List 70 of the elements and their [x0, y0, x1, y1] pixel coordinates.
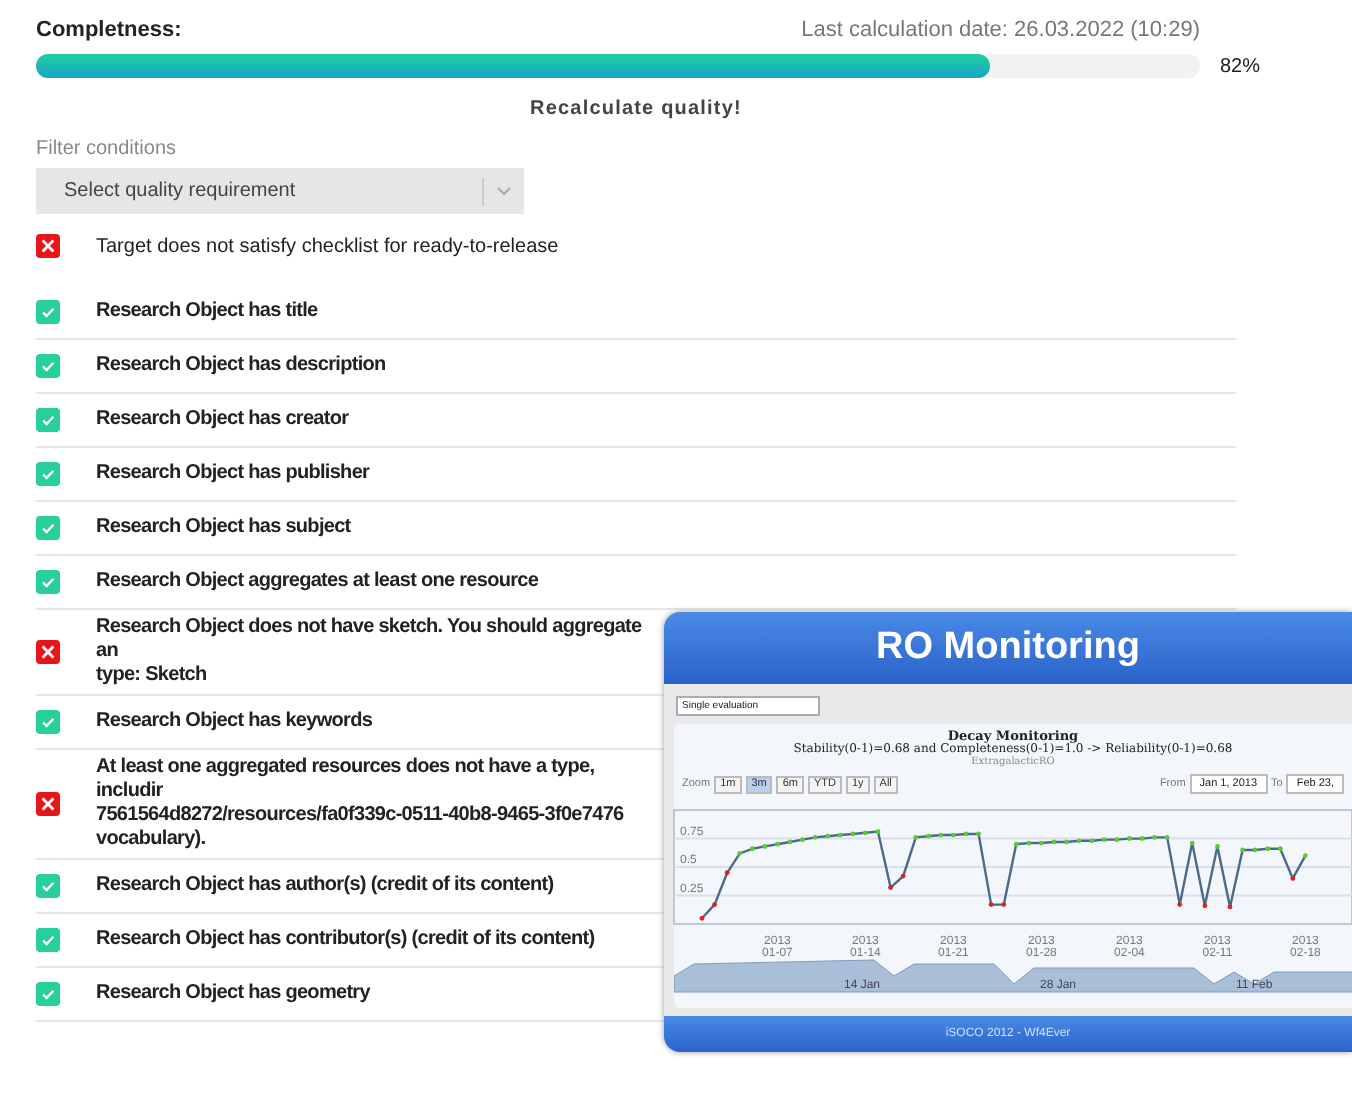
check-text: Research Object has subject	[96, 516, 353, 540]
data-point	[1152, 835, 1157, 841]
data-point	[749, 846, 755, 852]
data-point	[1189, 841, 1195, 846]
data-point	[1039, 841, 1044, 846]
data-point	[1290, 876, 1296, 882]
data-point	[988, 902, 994, 908]
data-point	[1051, 840, 1057, 845]
data-point	[712, 902, 717, 908]
check-text: Research Object has geometry	[96, 982, 373, 1006]
data-point	[762, 844, 768, 850]
data-point	[775, 842, 780, 848]
data-point	[1139, 836, 1145, 842]
data-point	[1026, 841, 1032, 846]
data-point	[1265, 846, 1271, 852]
data-point	[963, 832, 969, 837]
data-point	[863, 830, 868, 836]
completeness-label: Completness:	[36, 18, 182, 42]
data-point	[1227, 904, 1233, 910]
data-point	[724, 870, 730, 876]
data-point	[787, 840, 793, 845]
data-point	[1127, 836, 1132, 842]
data-point	[1064, 840, 1069, 845]
check-text: At least one aggregated resources does not have a type, includir 7561564d8272/resources/fa0f339c-0511-40b8-9465-3f0e7476 vocabulary).	[96, 756, 626, 852]
check-text: Research Object has contributor(s) (credit of its content)	[96, 928, 597, 952]
check-text: Research Object has publisher	[96, 462, 372, 486]
data-point	[913, 835, 919, 841]
data-point	[1164, 835, 1170, 841]
monitoring-title: RO Monitoring	[876, 626, 1140, 670]
data-point	[938, 833, 944, 838]
data-point	[1114, 837, 1120, 843]
data-point	[976, 832, 981, 837]
filter-label: Filter conditions	[36, 138, 179, 160]
last-calculation-date: Last calculation date: 26.03.2022 (10:29)	[801, 18, 1200, 42]
check-text: Research Object has author(s) (credit of its content)	[96, 874, 556, 898]
data-point	[699, 916, 705, 922]
data-point	[1215, 844, 1220, 850]
progress-reading: 82%	[1220, 55, 1261, 77]
data-point	[825, 834, 831, 840]
data-point	[737, 851, 743, 857]
recalculate-button[interactable]: Recalculate quality!	[522, 94, 750, 124]
check-text: Research Object has title	[96, 300, 320, 324]
data-point	[850, 832, 856, 837]
data-point	[812, 835, 818, 841]
data-point	[875, 829, 881, 835]
data-point	[1303, 853, 1308, 859]
check-text: Research Object has creator	[96, 408, 351, 432]
check-text: Research Object aggregates at least one resource	[96, 570, 541, 594]
data-point	[900, 874, 906, 879]
check-text: Research Object does not have sketch. You should aggregate an type: Sketch	[96, 616, 644, 688]
data-point	[1202, 903, 1208, 909]
data-point	[1089, 838, 1095, 844]
data-point	[1240, 847, 1245, 853]
data-point	[837, 833, 843, 838]
data-point	[925, 834, 931, 840]
data-point	[1177, 902, 1183, 908]
data-point	[1001, 902, 1007, 908]
check-text: Research Object has description	[96, 354, 388, 378]
check-text: Research Object has keywords	[96, 710, 375, 734]
data-point	[1076, 838, 1082, 844]
data-point	[1101, 837, 1107, 843]
summary-text: Target does not satisfy checklist for ready-to-release	[96, 235, 559, 257]
data-point	[888, 885, 893, 891]
data-point	[1013, 842, 1019, 848]
data-point	[951, 833, 956, 838]
data-point	[1252, 847, 1258, 853]
data-point	[800, 837, 805, 843]
chevron-down-icon	[496, 186, 512, 196]
quality-requirement-select[interactable]: Select quality requirement	[36, 168, 524, 214]
data-point	[1277, 846, 1283, 852]
